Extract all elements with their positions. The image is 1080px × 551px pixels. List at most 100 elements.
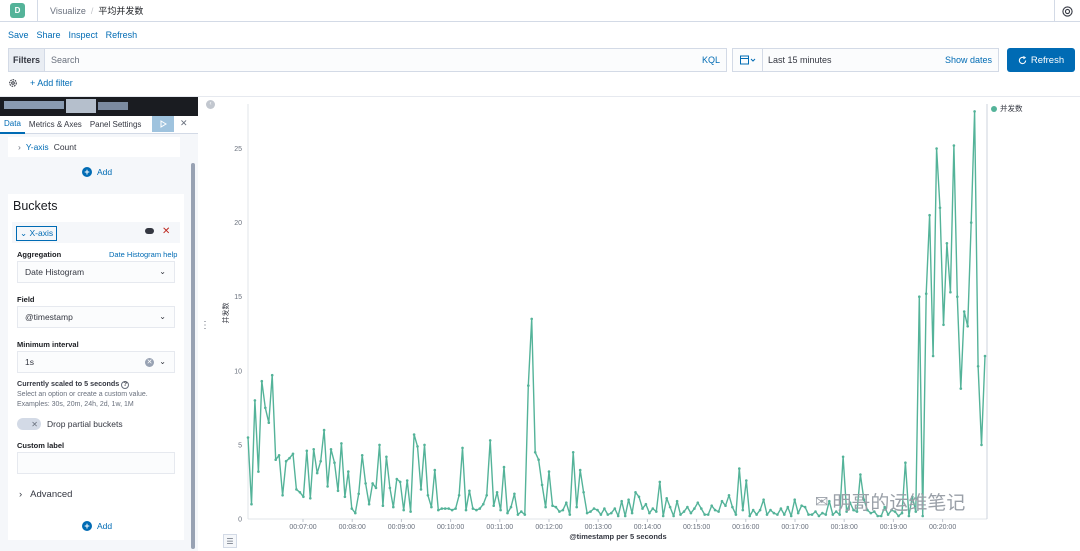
tab-panel-settings[interactable]: Panel Settings: [86, 116, 146, 134]
data-point: [398, 480, 402, 484]
inspect-link[interactable]: Inspect: [69, 30, 98, 40]
data-point: [713, 508, 717, 512]
add-bucket-button[interactable]: + Add: [82, 521, 112, 531]
toggle-agg-icon[interactable]: [145, 228, 154, 234]
legend-item[interactable]: 并发数: [991, 103, 1023, 114]
xaxis-accordion[interactable]: ⌄ X-axis: [16, 226, 58, 241]
data-point: [592, 507, 596, 510]
data-point: [734, 513, 738, 516]
data-point: [661, 514, 665, 518]
data-point: [488, 439, 492, 442]
aggregation-help-link[interactable]: Date Histogram help: [109, 250, 177, 259]
refresh-button[interactable]: Refresh: [1007, 48, 1075, 72]
data-point: [679, 513, 682, 516]
cross-icon: ✕: [31, 419, 38, 429]
advanced-toggle[interactable]: › Advanced: [19, 489, 72, 500]
data-point: [724, 504, 727, 508]
x-tick-label: 00:07:00: [289, 524, 316, 531]
data-point: [364, 482, 367, 485]
data-point: [620, 499, 623, 503]
data-point: [969, 221, 973, 224]
tab-data[interactable]: Data: [0, 116, 25, 134]
data-point: [554, 505, 558, 509]
data-point: [738, 467, 741, 470]
data-point: [405, 479, 409, 482]
add-filter-link[interactable]: + Add filter: [30, 78, 73, 88]
data-point: [527, 384, 530, 387]
time-range-text[interactable]: Last 15 minutes: [768, 55, 945, 65]
breadcrumb-visualize[interactable]: Visualize: [50, 6, 86, 16]
data-point: [499, 508, 502, 512]
data-point: [533, 451, 537, 454]
quick-menu-button[interactable]: [733, 49, 763, 71]
aggregation-select[interactable]: Date Histogram ⌄: [17, 261, 175, 283]
search-input[interactable]: Search: [51, 55, 702, 65]
data-point: [762, 498, 765, 502]
index-pattern-title: [0, 97, 198, 116]
data-point: [281, 494, 284, 497]
show-dates-link[interactable]: Show dates: [945, 55, 992, 65]
space-avatar[interactable]: D: [10, 3, 25, 18]
collapse-sidebar-icon[interactable]: ‹: [206, 100, 215, 109]
x-axis-title: @timestamp per 5 seconds: [569, 532, 666, 541]
data-point: [745, 479, 748, 482]
data-point: [610, 511, 613, 515]
chevron-down-icon: ⌄: [20, 228, 28, 238]
help-menu-button[interactable]: [1054, 0, 1080, 22]
top-nav-menu: Save Share Inspect Refresh: [8, 30, 137, 40]
kql-toggle[interactable]: KQL: [702, 55, 720, 65]
data-point: [433, 468, 437, 472]
data-point: [347, 470, 350, 473]
data-point: [312, 448, 316, 451]
data-point: [430, 505, 433, 509]
data-point: [578, 468, 582, 472]
data-point: [810, 513, 814, 516]
question-icon[interactable]: ?: [121, 381, 130, 389]
data-point: [516, 513, 520, 516]
data-point: [772, 511, 776, 515]
data-point: [450, 508, 454, 512]
data-point: [544, 505, 547, 509]
data-point: [447, 507, 451, 510]
data-point: [492, 504, 496, 508]
field-select[interactable]: @timestamp ⌄: [17, 306, 175, 328]
drop-partial-switch[interactable]: ✕: [17, 418, 41, 430]
apply-changes-button[interactable]: [152, 116, 174, 132]
remove-bucket-icon[interactable]: ✕: [162, 226, 170, 237]
breadcrumb-current: 平均并发数: [98, 6, 144, 16]
legend-label: 并发数: [1000, 104, 1023, 113]
custom-label-input[interactable]: [17, 452, 175, 474]
interval-combobox[interactable]: 1s ✕ ⌄: [17, 351, 175, 373]
data-point: [367, 502, 371, 506]
drop-partial-label: Drop partial buckets: [47, 419, 123, 429]
data-point: [904, 461, 907, 465]
save-link[interactable]: Save: [8, 30, 29, 40]
editor-scrollbar[interactable]: [191, 163, 195, 549]
discard-close-icon[interactable]: ✕: [180, 118, 188, 129]
wechat-icon: ✉: [815, 492, 829, 511]
data-point: [267, 421, 271, 425]
x-tick-label: 00:10:00: [437, 524, 464, 531]
data-point: [305, 449, 309, 453]
data-point: [655, 510, 658, 513]
share-link[interactable]: Share: [37, 30, 61, 40]
refresh-link[interactable]: Refresh: [106, 30, 138, 40]
data-point: [665, 497, 668, 500]
data-point: [658, 480, 662, 484]
data-point: [689, 511, 693, 515]
yaxis-accordion[interactable]: › Y-axis Count: [18, 142, 76, 152]
data-point: [710, 504, 713, 508]
resize-handle-icon[interactable]: ⋮: [200, 320, 210, 331]
xaxis-title: X-axis: [29, 228, 54, 238]
tab-metrics-axes[interactable]: Metrics & Axes: [25, 116, 86, 134]
gear-icon[interactable]: [8, 78, 18, 88]
clear-icon[interactable]: ✕: [145, 358, 154, 367]
add-metric-button[interactable]: + Add: [82, 167, 112, 177]
data-point: [540, 483, 544, 487]
legend-toggle-icon[interactable]: ☰: [223, 534, 237, 548]
data-point: [426, 494, 430, 497]
chevron-right-icon: ›: [18, 142, 21, 152]
data-point: [468, 489, 471, 493]
data-point: [786, 505, 790, 509]
filter-row: + Add filter: [8, 78, 73, 88]
